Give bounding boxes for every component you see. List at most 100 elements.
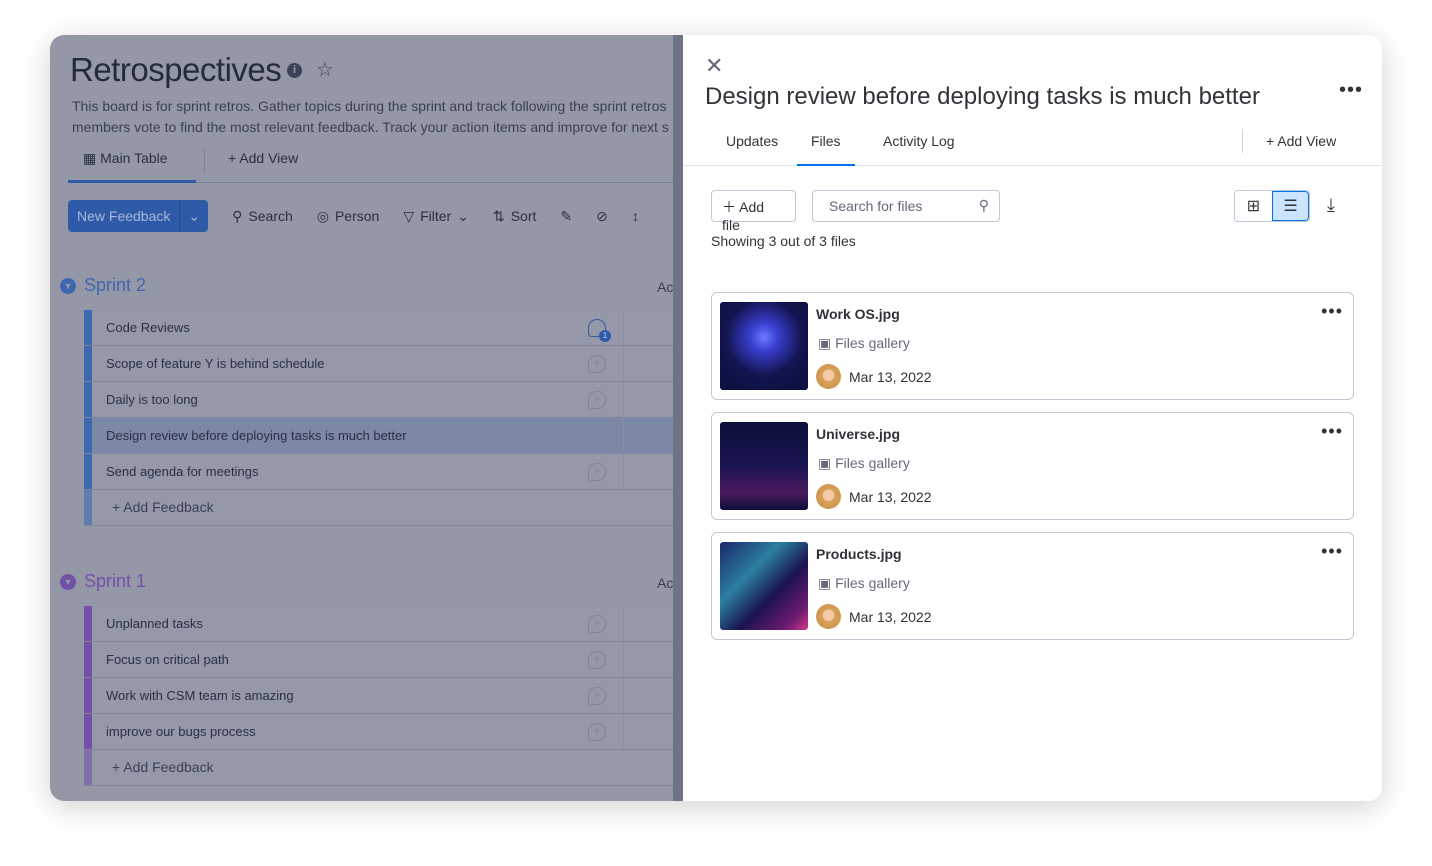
- more-options-icon[interactable]: •••: [1321, 541, 1343, 562]
- add-update-icon[interactable]: +: [588, 723, 606, 741]
- add-view-button[interactable]: + Add View: [1266, 133, 1336, 166]
- divider: [623, 418, 624, 453]
- add-update-icon[interactable]: +: [588, 391, 606, 409]
- item-name: Daily is too long: [106, 392, 198, 407]
- table-row[interactable]: Code Reviews 1: [84, 310, 673, 346]
- add-update-icon[interactable]: +: [588, 687, 606, 705]
- group-name[interactable]: Sprint 2: [84, 275, 146, 296]
- item-name: improve our bugs process: [106, 724, 256, 739]
- file-thumbnail[interactable]: [720, 422, 808, 510]
- collapse-icon[interactable]: ▼: [60, 277, 76, 294]
- person-button[interactable]: ◎ Person: [317, 208, 380, 225]
- person-icon: ◎: [316, 207, 329, 224]
- file-card[interactable]: Work OS.jpg ▣ Files gallery Mar 13, 2022 ••…: [711, 292, 1354, 400]
- file-source-label: Files gallery: [835, 455, 910, 471]
- group-header[interactable]: ▼ Sprint 2: [60, 275, 673, 296]
- file-meta: Mar 13, 2022: [816, 604, 932, 629]
- tab-main-table[interactable]: ▦ Main Table: [68, 150, 196, 183]
- file-card[interactable]: Universe.jpg ▣ Files gallery Mar 13, 2022 •…: [711, 412, 1354, 520]
- star-icon[interactable]: ☆: [316, 57, 334, 82]
- filter-icon: ▽: [403, 207, 415, 224]
- table-row[interactable]: Focus on critical path +: [84, 642, 673, 678]
- sort-button[interactable]: ⇅ Sort: [493, 208, 536, 225]
- file-thumbnail[interactable]: [720, 302, 808, 390]
- search-files-input[interactable]: Search for files ⚲: [812, 190, 1000, 222]
- table-row[interactable]: improve our bugs process +: [84, 714, 673, 750]
- add-update-icon[interactable]: +: [588, 615, 606, 633]
- divider: [623, 714, 624, 749]
- divider: [623, 346, 624, 381]
- add-feedback-row[interactable]: + Add Feedback: [84, 490, 673, 526]
- row-height-icon[interactable]: ↕: [632, 208, 639, 224]
- search-placeholder: Search for files: [829, 198, 923, 214]
- group-color-bar: [84, 642, 92, 677]
- file-date: Mar 13, 2022: [849, 608, 932, 625]
- collapse-icon[interactable]: ▼: [60, 573, 76, 590]
- table-row[interactable]: Work with CSM team is amazing +: [84, 678, 673, 714]
- file-thumbnail[interactable]: [720, 542, 808, 630]
- tab-files[interactable]: Files: [797, 133, 855, 166]
- hide-icon[interactable]: ⊘: [596, 208, 608, 225]
- group-color-bar: [84, 678, 92, 713]
- add-view-button[interactable]: + Add View: [228, 150, 298, 166]
- file-source: ▣ Files gallery: [818, 455, 910, 472]
- item-name: Unplanned tasks: [106, 616, 203, 631]
- tab-activity-log[interactable]: Activity Log: [883, 133, 955, 166]
- table-row[interactable]: Send agenda for meetings +: [84, 454, 673, 490]
- item-name: Send agenda for meetings: [106, 464, 259, 479]
- table-row[interactable]: Unplanned tasks +: [84, 606, 673, 642]
- add-update-icon[interactable]: +: [588, 427, 606, 445]
- avatar: [816, 484, 841, 509]
- info-icon[interactable]: i: [287, 63, 302, 78]
- new-feedback-button[interactable]: New Feedback ⌄: [68, 200, 209, 232]
- file-name[interactable]: Universe.jpg: [816, 426, 900, 442]
- file-card[interactable]: Products.jpg ▣ Files gallery Mar 13, 2022 •…: [711, 532, 1354, 640]
- more-options-icon[interactable]: •••: [1321, 421, 1343, 442]
- item-panel: ✕ Design review before deploying tasks i…: [683, 35, 1382, 801]
- search-icon: ⚲: [978, 197, 989, 213]
- view-tabs: ▦ Main Table + Add View: [68, 145, 673, 183]
- person-label: Person: [334, 208, 380, 224]
- table-row[interactable]: Design review before deploying tasks is …: [84, 418, 673, 454]
- add-file-button[interactable]: ＋ Add file: [711, 190, 796, 233]
- desc-line: members vote to find the most relevant f…: [72, 119, 669, 135]
- group-color-bar: [84, 606, 92, 641]
- search-button[interactable]: ⚲ Search: [232, 208, 293, 225]
- file-date: Mar 13, 2022: [849, 488, 932, 505]
- view-toggle: ⊞ ☰: [1234, 190, 1310, 222]
- tab-updates[interactable]: Updates: [726, 133, 778, 166]
- group-header[interactable]: ▼ Sprint 1: [60, 571, 673, 592]
- more-options-icon[interactable]: •••: [1339, 79, 1363, 102]
- table-row[interactable]: Scope of feature Y is behind schedule +: [84, 346, 673, 382]
- divider: [623, 382, 624, 417]
- file-source: ▣ Files gallery: [818, 335, 910, 352]
- file-name[interactable]: Work OS.jpg: [816, 306, 900, 322]
- chevron-down-icon[interactable]: ⌄: [179, 200, 208, 232]
- add-update-icon[interactable]: +: [588, 651, 606, 669]
- filter-button[interactable]: ▽ Filter ⌄: [403, 208, 469, 225]
- more-options-icon[interactable]: •••: [1321, 301, 1343, 322]
- file-source: ▣ Files gallery: [818, 575, 910, 592]
- group-1: ▼ Sprint 1 Ac Unplanned tasks + Focus on crit…: [60, 571, 673, 786]
- comment-icon[interactable]: 1: [588, 319, 611, 342]
- download-icon[interactable]: ⤓: [1327, 195, 1335, 216]
- pin-icon[interactable]: ✎: [560, 208, 572, 225]
- add-feedback-row[interactable]: + Add Feedback: [84, 750, 673, 786]
- item-name: Scope of feature Y is behind schedule: [106, 356, 325, 371]
- app-window: Retrospectives i ☆ This board is for spr…: [50, 35, 1382, 801]
- grid-view-icon[interactable]: ⊞: [1235, 191, 1272, 221]
- plus-icon: ＋: [722, 199, 740, 215]
- close-icon[interactable]: ✕: [705, 53, 723, 79]
- add-update-icon[interactable]: +: [588, 355, 606, 373]
- add-update-icon[interactable]: +: [588, 463, 606, 481]
- avatar: [816, 604, 841, 629]
- group-color-bar: [84, 750, 92, 785]
- gallery-icon: ▣: [818, 575, 836, 591]
- group-color-bar: [84, 454, 92, 489]
- item-name: Focus on critical path: [106, 652, 229, 667]
- file-name[interactable]: Products.jpg: [816, 546, 902, 562]
- group-name[interactable]: Sprint 1: [84, 571, 146, 592]
- list-view-icon[interactable]: ☰: [1271, 191, 1309, 221]
- panel-edge: [673, 35, 683, 801]
- table-row[interactable]: Daily is too long +: [84, 382, 673, 418]
